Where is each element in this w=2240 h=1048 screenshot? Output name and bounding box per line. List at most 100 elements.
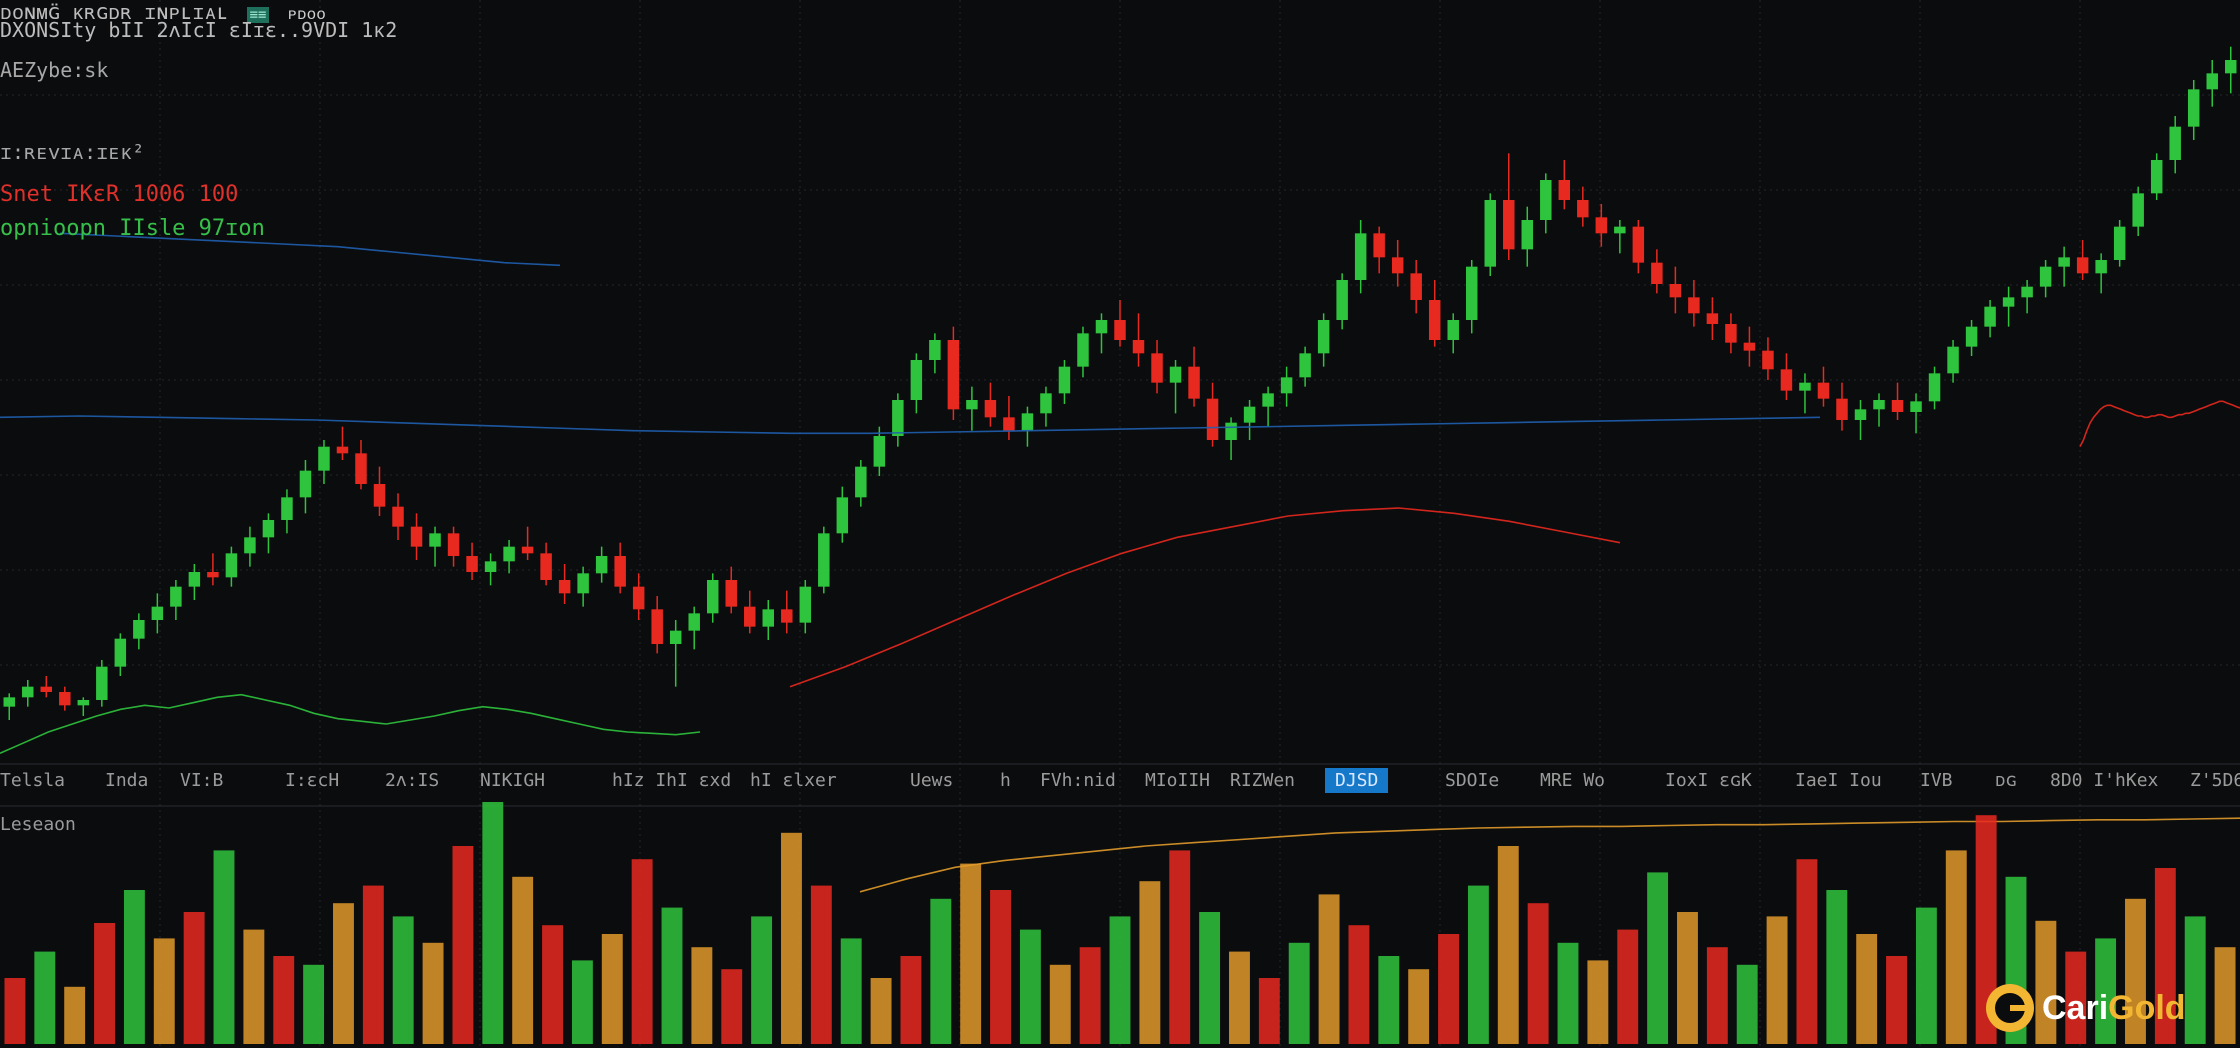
indicator-line — [0, 415, 1821, 435]
candle-body — [762, 609, 775, 627]
toolbar-item[interactable]: IoxI ɛɢK — [1665, 770, 1752, 791]
volume-bar — [1826, 890, 1848, 1044]
toolbar-item[interactable]: Telsla — [0, 770, 65, 791]
candle-body — [651, 609, 663, 644]
candle-body — [22, 686, 34, 698]
candle-body — [484, 561, 497, 572]
candle-body — [1854, 409, 1867, 420]
candle-body — [1391, 257, 1404, 274]
volume-bar — [1497, 846, 1519, 1044]
candle-body — [2187, 89, 2200, 127]
candle-body — [799, 586, 812, 623]
toolbar-item[interactable]: 8D0 I'hKex — [2050, 770, 2158, 791]
volume-bar — [153, 938, 175, 1044]
indicator-label-red: Snet IKɛR 1006 100 — [0, 182, 239, 207]
candle-body — [1595, 217, 1608, 234]
volume-bar — [1467, 885, 1489, 1044]
candle-body — [410, 526, 423, 547]
toolbar-item[interactable]: IVB — [1920, 770, 1953, 791]
volume-bar — [1766, 916, 1788, 1044]
toolbar-item[interactable]: MRE Wo — [1540, 770, 1605, 791]
candle-body — [40, 686, 53, 692]
chart-header-line-4: ɪ:ʀᴇᴠɪᴀ:ɪᴇᴋ² — [0, 140, 145, 164]
toolbar-item[interactable]: DJSD — [1325, 768, 1389, 793]
volume-bar — [213, 850, 235, 1044]
toolbar-item[interactable]: FVh:nid — [1040, 770, 1116, 791]
candle-body — [910, 360, 923, 400]
volume-bar — [64, 986, 86, 1044]
volume-bar — [183, 912, 205, 1044]
logo-wordmark: CariGold — [2042, 989, 2186, 1028]
candle-body — [1262, 393, 1274, 407]
volume-bar — [1229, 951, 1250, 1044]
candle-body — [1688, 297, 1700, 314]
chart-header-line-2: DXONSIty bII 2ʌIcI ɛIɪɛ..9VDI 1ᴋ2 — [0, 18, 398, 42]
indicator-line — [0, 693, 701, 755]
volume-bar — [751, 916, 773, 1044]
indicator-line — [2079, 400, 2240, 448]
volume-bar — [721, 969, 743, 1044]
candle-body — [1614, 226, 1626, 234]
volume-bar — [1557, 942, 1579, 1044]
volume-bar — [930, 898, 952, 1044]
volume-bar — [1617, 929, 1639, 1044]
toolbar-item[interactable]: VI:B — [180, 770, 223, 791]
candle-body — [373, 484, 386, 507]
toolbar-item[interactable]: RIZWen — [1230, 770, 1295, 791]
volume-bar — [392, 916, 414, 1044]
volume-bar — [1258, 978, 1280, 1044]
volume-bar — [273, 956, 295, 1044]
candle-body — [558, 580, 571, 594]
brand-logo: CariGold — [1986, 984, 2186, 1032]
candle-body — [133, 620, 145, 639]
toolbar-item[interactable]: hIz IhI ɛxd — [612, 770, 731, 791]
toolbar-item[interactable]: MIoIIH — [1145, 770, 1210, 791]
volume-bar — [781, 832, 802, 1044]
volume-bar — [631, 859, 653, 1044]
volume-bar — [1288, 942, 1310, 1044]
candle-body — [1910, 401, 1922, 412]
toolbar-item[interactable]: Z'5D6X — [2190, 770, 2240, 791]
candle-body — [2225, 60, 2237, 74]
volume-bar — [1677, 912, 1698, 1044]
toolbar-item[interactable]: h — [1000, 770, 1011, 791]
candle-body — [1928, 373, 1941, 402]
volume-bar — [1049, 964, 1071, 1044]
volume-bar — [1856, 934, 1878, 1044]
candle-body — [2206, 73, 2218, 90]
volume-bar — [870, 978, 892, 1044]
candle-body — [1651, 262, 1663, 284]
volume-bar — [1378, 956, 1400, 1044]
toolbar-item[interactable]: hI ɛlxer — [750, 770, 837, 791]
toolbar-item[interactable]: ᴅɢ — [1995, 770, 2017, 792]
candle-body — [855, 466, 867, 498]
volume-bar — [303, 964, 325, 1044]
volume-bar — [1527, 903, 1549, 1044]
candle-body — [1169, 366, 1182, 383]
toolbar-item[interactable]: SDOIe — [1445, 770, 1499, 791]
toolbar-item[interactable]: Uews — [910, 770, 953, 791]
toolbar-item[interactable]: I:ɛcH — [285, 770, 339, 791]
volume-bar — [1199, 912, 1221, 1044]
toolbar-item[interactable]: NIKIGH — [480, 770, 545, 791]
toolbar-item[interactable]: 2ʌ:IS — [385, 770, 439, 791]
candle-body — [355, 453, 367, 484]
volume-bar — [571, 960, 593, 1044]
toolbar-item[interactable]: IaeI Iou — [1795, 770, 1882, 791]
candle-body — [688, 613, 700, 631]
candle-body — [1558, 180, 1571, 200]
candle-body — [1836, 398, 1848, 420]
volume-bar — [2214, 947, 2236, 1044]
chart-header-line-3: AEZybe:sk — [0, 58, 109, 82]
volume-bar — [1736, 964, 1758, 1044]
candle-body — [170, 586, 182, 607]
volume-bar — [243, 929, 265, 1044]
candle-body — [2058, 257, 2070, 267]
logo-word-a: Cari — [2042, 988, 2109, 1027]
lower-pane-label: Leseaon — [0, 814, 76, 835]
candle-body — [632, 586, 645, 610]
candle-body — [1373, 233, 1385, 258]
toolbar-item[interactable]: Inda — [105, 770, 148, 791]
candle-body — [1484, 200, 1496, 267]
candle-body — [1280, 377, 1293, 394]
